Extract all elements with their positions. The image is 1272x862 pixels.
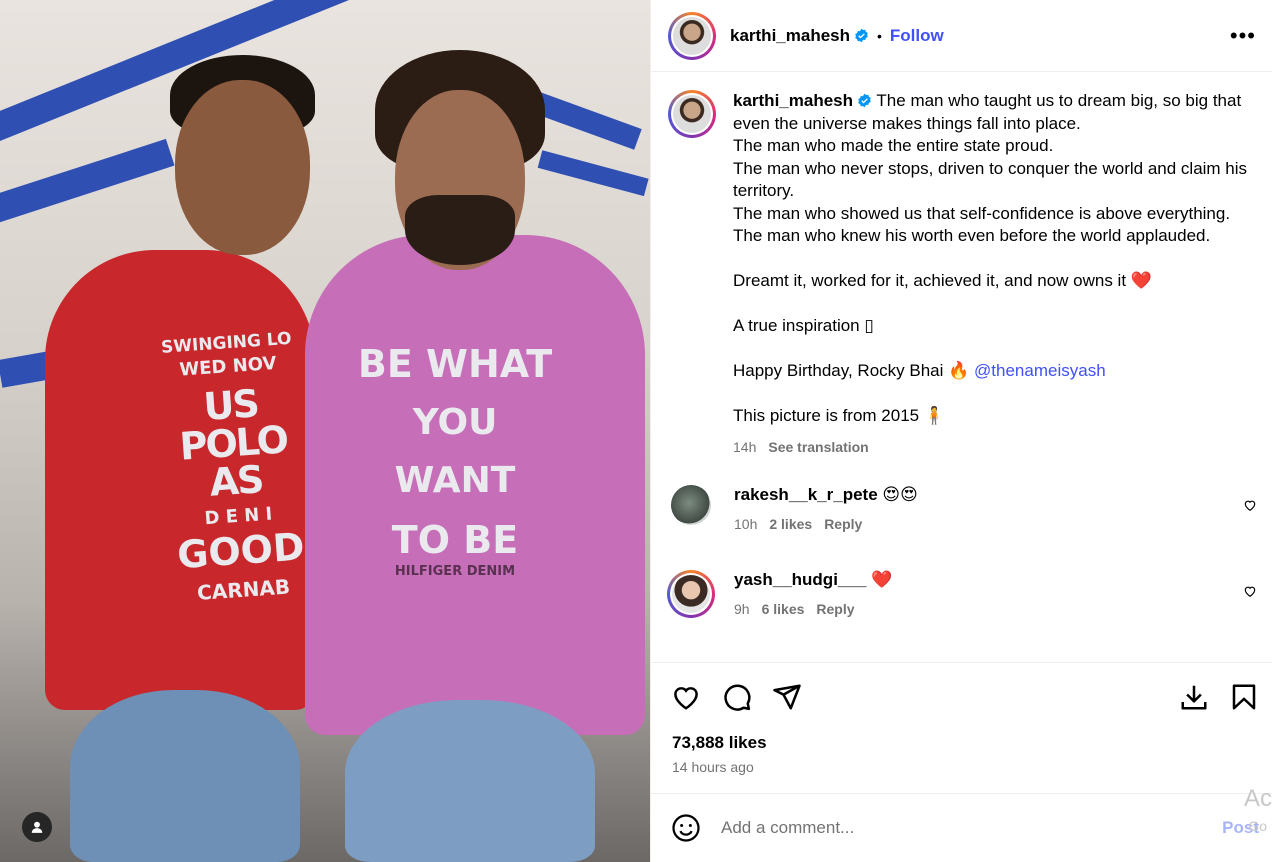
caption-text-fragment: Happy Birthday, Rocky Bhai bbox=[733, 361, 944, 380]
comment-input[interactable] bbox=[721, 818, 1181, 838]
caption: karthi_mahesh The man who taught us to d… bbox=[651, 73, 1272, 458]
author-avatar[interactable] bbox=[668, 11, 716, 60]
follow-button[interactable]: Follow bbox=[890, 26, 944, 46]
post-time: 14 hours ago bbox=[672, 759, 754, 775]
caption-line: The man who made the entire state proud. bbox=[733, 136, 1054, 155]
bookmark-icon[interactable] bbox=[1229, 682, 1259, 712]
caption-author-avatar[interactable] bbox=[668, 90, 716, 138]
comment-text: rakesh__k_r_pete 😍😍 bbox=[734, 485, 918, 505]
verified-icon bbox=[858, 93, 871, 108]
commenter-avatar[interactable] bbox=[671, 485, 711, 525]
caption-line: A true inspiration ▯ bbox=[733, 316, 874, 335]
reply-button[interactable]: Reply bbox=[816, 601, 854, 617]
person-left-face bbox=[175, 80, 310, 255]
shirt-text-line: US POLO AS bbox=[178, 381, 289, 505]
separator-dot: • bbox=[877, 27, 882, 44]
comment-meta: 9h 6 likes Reply bbox=[734, 601, 892, 617]
comment-body: yash__hudgi___ ❤️ 9h 6 likes Reply bbox=[734, 570, 892, 617]
activation-watermark: Ac bbox=[1243, 785, 1272, 812]
comment-body: rakesh__k_r_pete 😍😍 10h 2 likes Reply bbox=[734, 485, 918, 532]
shirt-text-line: HILFIGER DENIM bbox=[394, 564, 516, 579]
download-icon[interactable] bbox=[1179, 682, 1209, 712]
shirt-text-line: YOU bbox=[412, 402, 498, 443]
verified-icon bbox=[855, 28, 868, 43]
comment-composer: Post bbox=[651, 793, 1272, 862]
comment-item: yash__hudgi___ ❤️ 9h 6 likes Reply bbox=[651, 570, 1272, 618]
person-right-beard bbox=[405, 195, 515, 265]
person-right-jeans bbox=[345, 700, 595, 862]
wall-stripe bbox=[537, 150, 649, 197]
heart-icon[interactable] bbox=[1243, 584, 1257, 598]
shirt-text-line: GOOD bbox=[175, 524, 306, 578]
caption-line: Happy Birthday, Rocky Bhai 🔥 @thenameisy… bbox=[733, 360, 1253, 383]
more-icon[interactable]: ••• bbox=[1230, 24, 1256, 47]
user-tag-icon bbox=[31, 821, 43, 833]
post-detail-panel: karthi_mahesh • Follow ••• karthi_mahesh… bbox=[650, 0, 1272, 862]
comment-icon[interactable] bbox=[722, 682, 752, 712]
comment-likes[interactable]: 6 likes bbox=[762, 601, 805, 617]
comment-item: rakesh__k_r_pete 😍😍 10h 2 likes Reply bbox=[651, 485, 1272, 532]
shirt-text-line: TO BE bbox=[391, 518, 519, 562]
see-translation-button[interactable]: See translation bbox=[768, 439, 868, 455]
caption-meta: 14h See translation bbox=[733, 436, 1253, 459]
shirt-text-line: WED NOV bbox=[178, 352, 278, 381]
post-photo[interactable]: SWINGING LO WED NOV US POLO AS D E N I G… bbox=[0, 0, 650, 862]
caption-age: 14h bbox=[733, 438, 757, 455]
caption-line: Dreamt it, worked for it, achieved it, a… bbox=[733, 270, 1253, 293]
comment-age: 9h bbox=[734, 601, 750, 617]
caption-text-fragment: Dreamt it, worked for it, achieved it, a… bbox=[733, 271, 1127, 290]
comment-content: ❤️ bbox=[871, 570, 893, 589]
wall-stripe bbox=[0, 138, 175, 228]
caption-line: The man who never stops, driven to conqu… bbox=[733, 158, 1248, 201]
comment-text: yash__hudgi___ ❤️ bbox=[734, 570, 892, 590]
shirt-text-line: BE WHAT bbox=[357, 342, 553, 386]
shirt-text-line: WANT bbox=[394, 460, 516, 501]
commenter-avatar[interactable] bbox=[667, 570, 715, 618]
commenter-username[interactable]: yash__hudgi___ bbox=[734, 570, 866, 589]
caption-text-fragment: This picture is from 2015 bbox=[733, 406, 920, 425]
emoji-icon[interactable] bbox=[671, 813, 701, 843]
commenter-username[interactable]: rakesh__k_r_pete bbox=[734, 485, 878, 504]
heart-icon[interactable] bbox=[671, 682, 701, 712]
comment-age: 10h bbox=[734, 516, 758, 532]
activation-watermark-sub: Go bbox=[1248, 818, 1267, 834]
comment-likes[interactable]: 2 likes bbox=[769, 516, 812, 532]
person-emoji: 🧍 bbox=[923, 406, 946, 425]
caption-author[interactable]: karthi_mahesh bbox=[733, 91, 853, 110]
caption-line: This picture is from 2015 🧍 bbox=[733, 405, 1253, 428]
heart-icon[interactable] bbox=[1243, 498, 1257, 512]
mention-link[interactable]: @thenameisyash bbox=[974, 361, 1106, 380]
likes-count[interactable]: 73,888 likes bbox=[672, 733, 767, 753]
person-left-jeans bbox=[70, 690, 300, 862]
comment-content: 😍😍 bbox=[882, 485, 918, 504]
post-header: karthi_mahesh • Follow ••• bbox=[651, 0, 1272, 72]
caption-line: The man who showed us that self-confiden… bbox=[733, 203, 1231, 223]
comment-meta: 10h 2 likes Reply bbox=[734, 516, 918, 532]
action-bar bbox=[651, 676, 1272, 720]
caption-line: The man who knew his worth even before t… bbox=[733, 226, 1211, 245]
caption-text: karthi_mahesh The man who taught us to d… bbox=[733, 90, 1253, 458]
author-username[interactable]: karthi_mahesh bbox=[730, 26, 850, 46]
shirt-text-left: SWINGING LO WED NOV US POLO AS D E N I G… bbox=[151, 329, 319, 605]
share-icon[interactable] bbox=[772, 682, 802, 712]
shirt-text-right: BE WHAT YOU WANT TO BE HILFIGER DENIM bbox=[350, 345, 560, 578]
reply-button[interactable]: Reply bbox=[824, 516, 862, 532]
comments-scroll-area[interactable]: karthi_mahesh The man who taught us to d… bbox=[651, 73, 1272, 663]
heart-emoji: ❤️ bbox=[1130, 271, 1152, 290]
user-tag-button[interactable] bbox=[22, 812, 52, 842]
fire-emoji: 🔥 bbox=[948, 361, 970, 380]
